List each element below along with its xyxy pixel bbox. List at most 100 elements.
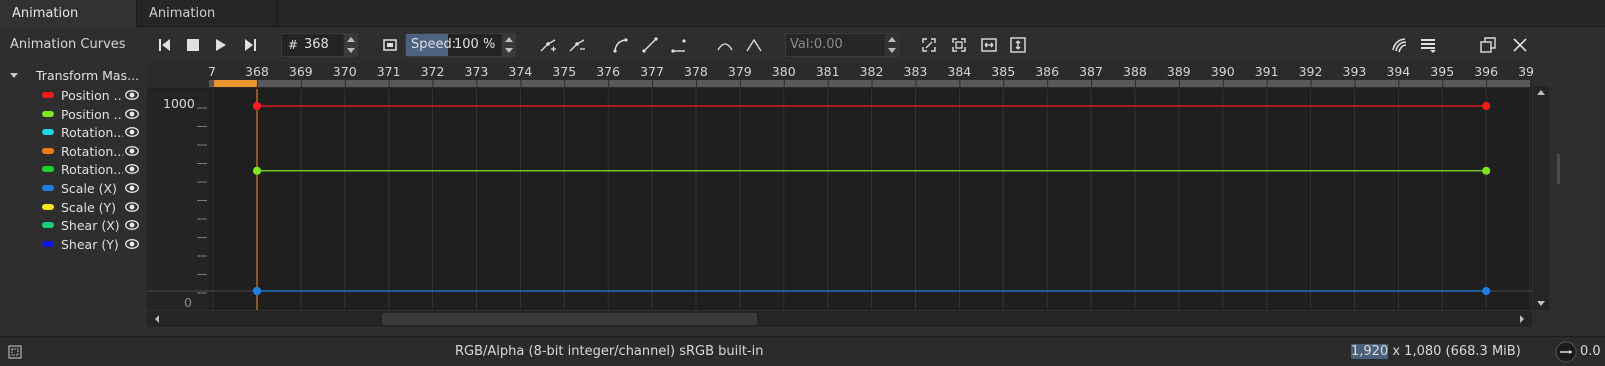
speed-spin-arrows[interactable] [501,34,515,56]
next-frame-icon[interactable] [238,33,262,57]
frame-spin-arrows[interactable] [343,34,357,56]
onion-skin-icon[interactable] [1387,33,1411,57]
horizontal-scrollbar[interactable] [147,311,1532,327]
play-icon[interactable] [209,33,233,57]
tab-animation-timeline[interactable]: Animation Timeline [137,0,278,48]
vertical-scrollbar[interactable] [1533,86,1549,310]
keyframe[interactable] [253,287,261,295]
visibility-eye-icon[interactable] [125,89,139,101]
channel-row[interactable]: Shear (Y) [0,235,142,254]
float-icon[interactable] [1476,33,1500,57]
frame-hash: # [288,38,299,52]
visibility-eye-icon[interactable] [125,201,139,213]
channel-row[interactable]: Rotation... [0,160,142,179]
channel-row[interactable]: Scale (X) [0,179,142,198]
value-axis-strip [147,89,209,310]
ruler-label: 369 [288,64,313,79]
ruler-label: 368 [245,64,269,79]
remove-node-icon[interactable] [565,33,589,57]
speed-input[interactable]: Speed: 100 % [405,33,516,57]
ruler-frame-cells[interactable] [147,80,1532,88]
frame-ruler[interactable]: 7 368 369 370 371 372 373 374 375 376 377 378 379 380… [147,62,1534,88]
add-node-icon[interactable] [536,33,560,57]
channel-label: Rotation... [61,125,123,141]
right-panel-edge [1553,28,1605,336]
ruler-label: 385 [991,64,1016,79]
image-size-info[interactable]: 1,920 x 1,080 (668.3 MiB) [1351,344,1521,359]
ruler-label: 384 [947,64,972,79]
curve-plot[interactable]: 1000 0 [147,89,1532,310]
keyframe[interactable] [1482,287,1491,295]
channel-row[interactable]: Shear (X) [0,216,142,235]
menu-icon[interactable] [1416,33,1440,57]
ruler-label: 396 [1474,64,1499,79]
close-icon[interactable] [1508,33,1532,57]
visibility-eye-icon[interactable] [125,163,139,175]
constant-interpolation-icon[interactable] [667,33,691,57]
channel-color-swatch [42,240,54,247]
channel-color-swatch [42,222,54,229]
keyframe[interactable] [253,166,261,175]
visibility-eye-icon[interactable] [125,145,139,157]
tab-animation-curves[interactable]: Animation Curves [0,0,137,48]
channel-color-swatch [42,147,54,154]
channel-color-swatch [42,185,54,191]
smooth-tangent-icon[interactable] [713,33,737,57]
visibility-eye-icon[interactable] [125,126,139,138]
ruler-label: 377 [640,64,664,79]
ruler-label: 7 [208,64,216,79]
sharp-tangent-icon[interactable] [742,33,766,57]
speed-value: 100 % [454,37,496,52]
channel-label: Scale (X) [61,181,117,196]
channel-label: Rotation... [61,143,123,159]
value-axis-bottom-label: 0 [184,295,192,310]
keyframe[interactable] [1482,166,1491,175]
keyframe[interactable] [253,102,261,110]
value-spin-arrows[interactable] [884,34,898,56]
linear-interpolation-icon[interactable] [638,33,662,57]
tree-root-transform-mask[interactable]: Transform Mas... [0,67,142,85]
status-bar: RGB/Alpha (8-bit integer/channel) sRGB b… [0,336,1605,366]
channel-row[interactable]: Rotation... [0,142,142,161]
channel-label: Position ... [61,88,123,103]
curve-graph[interactable]: 7 368 369 370 371 372 373 374 375 376 377 378 379 380… [147,62,1534,310]
channel-label: Shear (Y) [61,236,119,252]
stop-icon[interactable] [181,33,205,57]
ruler-label: 374 [508,64,533,79]
keyframe[interactable] [1482,102,1491,110]
ruler-label: 380 [771,64,796,79]
expand-arrow-icon[interactable] [10,73,18,82]
tree-root-label: Transform Mas... [36,68,140,83]
ruler-label: 390 [1210,64,1235,79]
previous-frame-icon[interactable] [153,33,177,57]
visibility-eye-icon[interactable] [125,108,139,120]
smooth-interpolation-icon[interactable] [609,33,633,57]
zoom-fit-icon[interactable] [917,33,941,57]
plot-background [147,89,1532,310]
channel-label: Shear (X) [61,218,120,234]
ruler-label: 393 [1342,64,1367,79]
zoom-vertical-icon[interactable] [1006,33,1030,57]
ruler-label: 371 [376,64,401,79]
ruler-label: 395 [1430,64,1455,79]
value-axis-top-label: 1000 [163,96,195,111]
visibility-eye-icon[interactable] [125,238,139,250]
zoom-curves-icon[interactable] [947,33,971,57]
ruler-label: 381 [815,64,840,79]
color-space-info[interactable]: RGB/Alpha (8-bit integer/channel) sRGB b… [455,344,763,359]
ruler-label: 389 [1166,64,1191,79]
drop-frames-icon[interactable] [378,33,402,57]
value-input[interactable]: Val:0.00 [785,33,899,57]
visibility-eye-icon[interactable] [125,182,139,194]
zoom-reset-icon[interactable] [1555,341,1577,363]
visibility-eye-icon[interactable] [125,219,139,231]
channel-row[interactable]: Position ... [0,105,142,124]
ruler-label: 372 [420,64,445,79]
frame-number-input[interactable]: # 368 [281,33,358,57]
channel-row[interactable]: Rotation... [0,123,142,142]
zoom-horizontal-icon[interactable] [977,33,1001,57]
selection-mode-icon[interactable] [8,345,22,359]
channel-row[interactable]: Position ... [0,86,142,105]
channel-row[interactable]: Scale (Y) [0,198,142,217]
zoom-level[interactable]: 0.0 [1580,344,1601,359]
